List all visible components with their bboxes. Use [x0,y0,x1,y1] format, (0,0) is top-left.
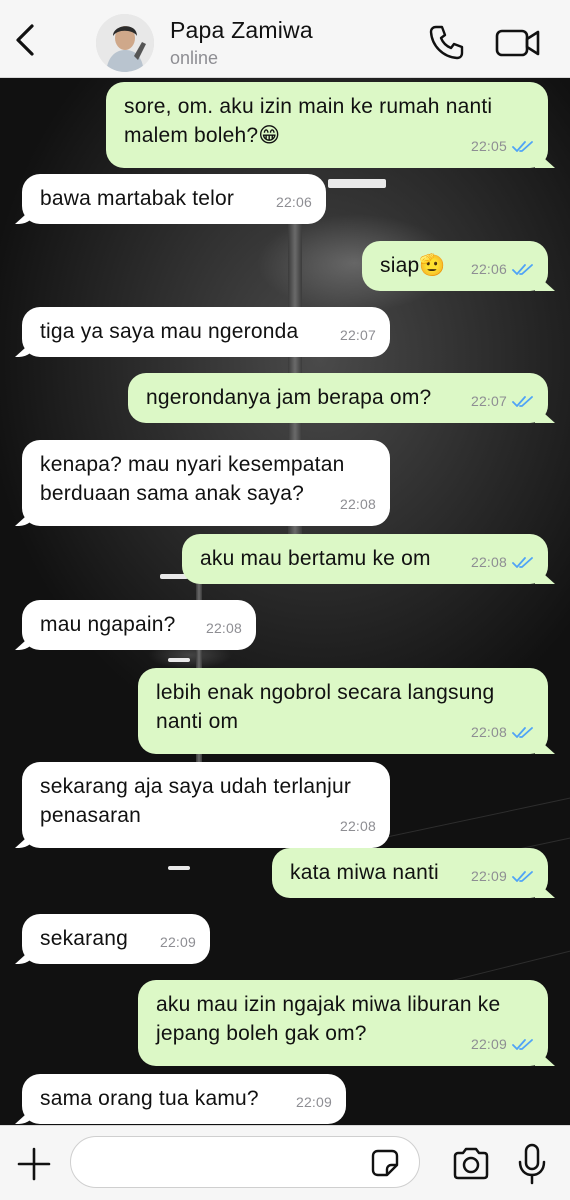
message-meta: 22:08 [206,614,242,643]
message-time: 22:08 [470,554,507,570]
read-receipt-icon [512,395,533,407]
plus-icon [17,1147,51,1181]
composer-bar [0,1125,570,1200]
incoming-message[interactable]: kenapa? mau nyari kesempatan berduaan sa… [22,440,390,526]
message-time: 22:07 [470,393,507,409]
incoming-message[interactable]: tiga ya saya mau ngeronda 22:07 [22,307,390,357]
outgoing-message[interactable]: ngerondanya jam berapa om? 22:07 [128,373,548,423]
sticker-button[interactable] [370,1148,400,1178]
read-receipt-icon [512,556,533,568]
message-meta: 22:08 [471,718,534,747]
read-receipt-icon [512,140,533,152]
message-meta: 22:09 [296,1088,332,1117]
message-meta: 22:06 [471,255,534,284]
message-time: 22:09 [470,1036,507,1052]
message-time: 22:09 [295,1094,332,1110]
message-meta: 22:06 [276,188,312,217]
message-time: 22:08 [339,818,376,834]
read-receipt-icon [512,1038,533,1050]
message-text: kenapa? mau nyari kesempatan berduaan sa… [40,453,345,505]
incoming-message[interactable]: sekarang aja saya udah terlanjur penasar… [22,762,390,848]
message-text: sekarang aja saya udah terlanjur penasar… [40,775,352,827]
contact-status: online [170,48,219,68]
message-time: 22:08 [205,620,242,636]
incoming-message[interactable]: bawa martabak telor 22:06 [22,174,326,224]
chat-header: Papa Zamiwa online [0,0,570,78]
read-receipt-icon [512,870,533,882]
microphone-button[interactable] [516,1143,548,1185]
message-time: 22:08 [339,496,376,512]
message-meta: 22:09 [471,1030,534,1059]
camera-button[interactable] [451,1146,491,1182]
message-meta: 22:08 [471,548,534,577]
message-meta: 22:09 [471,862,534,891]
message-meta: 22:09 [160,928,196,957]
attach-button[interactable] [16,1146,52,1182]
contact-name[interactable]: Papa Zamiwa [170,17,313,44]
avatar-image [96,14,154,72]
message-list[interactable]: sore, om. aku izin main ke rumah nanti m… [0,78,570,1125]
chevron-left-icon [16,24,34,56]
outgoing-message[interactable]: aku mau bertamu ke om 22:08 [182,534,548,584]
incoming-message[interactable]: sama orang tua kamu? 22:09 [22,1074,346,1124]
microphone-icon [518,1143,546,1185]
incoming-message[interactable]: mau ngapain? 22:08 [22,600,256,650]
message-meta: 22:07 [471,387,534,416]
sticker-icon [371,1149,399,1177]
message-meta: 22:08 [340,812,376,841]
message-time: 22:06 [470,261,507,277]
message-time: 22:09 [470,868,507,884]
message-text: sama orang tua kamu? [40,1087,259,1110]
message-input[interactable] [70,1136,420,1188]
outgoing-message[interactable]: aku mau izin ngajak miwa liburan ke jepa… [138,980,548,1066]
voice-call-button[interactable] [428,24,464,60]
incoming-message[interactable]: sekarang 22:09 [22,914,210,964]
message-meta: 22:05 [471,132,534,161]
message-meta: 22:07 [340,321,376,350]
video-call-button[interactable] [494,26,542,60]
message-time: 22:09 [159,934,196,950]
message-text: bawa martabak telor [40,187,235,210]
message-text: tiga ya saya mau ngeronda [40,320,299,343]
outgoing-message[interactable]: lebih enak ngobrol secara langsung nanti… [138,668,548,754]
message-time: 22:07 [339,327,376,343]
video-camera-icon [495,29,540,57]
phone-icon [429,25,464,60]
message-time: 22:06 [275,194,312,210]
message-time: 22:08 [470,724,507,740]
camera-icon [453,1147,489,1180]
read-receipt-icon [512,263,533,275]
back-button[interactable] [8,20,42,60]
message-time: 22:05 [470,138,507,154]
outgoing-message[interactable]: kata miwa nanti 22:09 [272,848,548,898]
message-meta: 22:08 [340,490,376,519]
read-receipt-icon [512,726,533,738]
outgoing-message[interactable]: sore, om. aku izin main ke rumah nanti m… [106,82,548,168]
outgoing-message[interactable]: siap🫡 22:06 [362,241,548,291]
avatar[interactable] [96,14,154,72]
